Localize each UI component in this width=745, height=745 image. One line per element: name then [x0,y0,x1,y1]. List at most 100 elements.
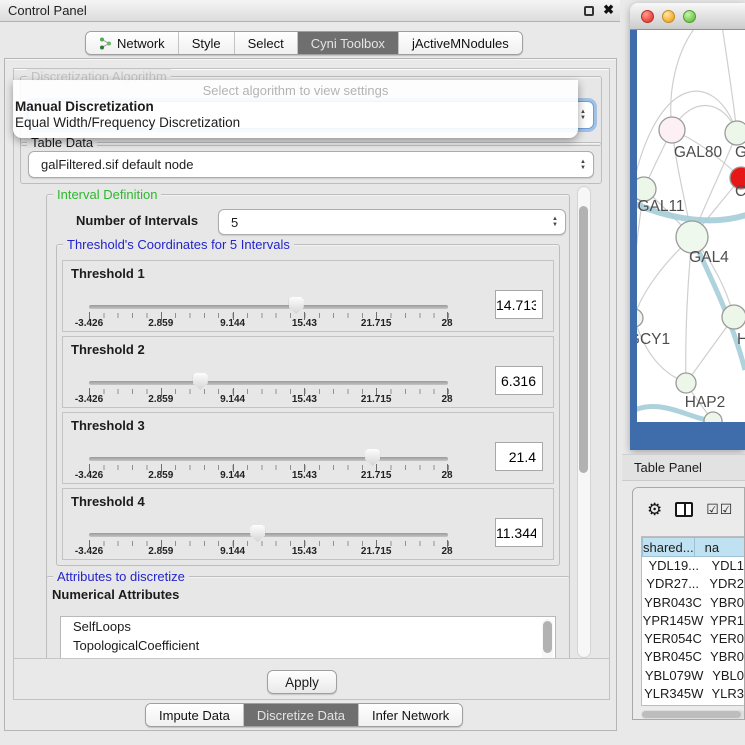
slider-track[interactable] [89,381,448,385]
algorithm-dropdown-popup: Select algorithm to view settings Manual… [13,80,578,138]
spinner-arrows-icon: ▲▼ [580,109,586,121]
list-scrollbar[interactable] [542,619,553,658]
slider-tick-labels: -3.426 2.859 9.144 15.43 21.715 28 [63,318,553,330]
close-traffic-light-icon[interactable] [641,10,654,23]
column-header[interactable]: shared... [642,537,695,557]
scrollbar-thumb[interactable] [579,206,588,473]
node-label: HAP2 [685,394,726,411]
threshold-value-field[interactable] [495,366,543,395]
checked-checkbox-icons[interactable]: ☑☑ [706,502,733,516]
node-top-right[interactable] [725,121,745,145]
table-row[interactable]: YER054CYER0 [642,630,744,648]
num-intervals-combobox[interactable]: 5 ▲▼ [218,209,566,235]
threshold-label: Threshold 3 [71,418,145,433]
threshold-panel-3: Threshold 3 -3.426 2.859 9.144 15.43 21.… [62,412,554,484]
table-row[interactable]: YPR145WYPR1 [642,612,744,630]
table-panel-window: ⚙ ☑☑ shared... na YDL19...YDL1 YDR27...Y… [632,487,745,720]
node-gcy1[interactable] [637,309,643,327]
group-title: Threshold's Coordinates for 5 Intervals [63,237,294,252]
node-label: GAL80 [674,144,723,161]
slider-tick-labels: -3.426 2.859 9.144 15.43 21.715 28 [63,394,553,406]
bottom-tab-bar: Impute Data Discretize Data Infer Networ… [145,703,463,727]
top-tab-bar: Network Style Select Cyni Toolbox jActiv… [85,31,523,55]
slider-thumb[interactable] [365,449,380,466]
tab-network[interactable]: Network [86,32,179,54]
threshold-label: Threshold 1 [71,266,145,281]
threshold-label: Threshold 4 [71,494,145,509]
network-graph: GAL80 GA C GAL11 GAL4 GCY1 H HAP2 [637,30,745,422]
num-intervals-label: Number of Intervals [76,213,198,228]
tab-label: Network [117,36,165,51]
table-row[interactable]: YBR043CYBR0 [642,594,744,612]
threshold-panel-2: Threshold 2 -3.426 2.859 9.144 15.43 21.… [62,336,554,408]
node-table[interactable]: shared... na YDL19...YDL1 YDR27...YDR2 Y… [641,536,745,706]
tab-label: Impute Data [159,708,230,723]
apply-button[interactable]: Apply [267,670,337,694]
spinner-arrows-icon: ▲▼ [552,216,558,228]
threshold-value-field[interactable] [495,290,543,319]
slider-tick-labels: -3.426 2.859 9.144 15.43 21.715 28 [63,546,553,558]
table-row[interactable]: YBL079WYBL0 [642,667,744,685]
tab-select[interactable]: Select [235,32,298,54]
table-row[interactable]: YBR045CYBR0 [642,648,744,666]
threshold-value-field[interactable] [495,442,543,471]
tab-infer-network[interactable]: Infer Network [359,704,462,726]
node-label: GA [735,144,745,161]
network-canvas[interactable]: GAL80 GA C GAL11 GAL4 GCY1 H HAP2 [637,30,745,422]
slider-track[interactable] [89,457,448,461]
slider-track[interactable] [89,533,448,537]
gear-icon[interactable]: ⚙ [647,501,662,518]
scrollbar-thumb[interactable] [642,711,741,718]
network-window-titlebar[interactable] [630,3,745,30]
zoom-traffic-light-icon[interactable] [683,10,696,23]
close-icon[interactable]: ✖ [603,2,614,18]
minimize-traffic-light-icon[interactable] [662,10,675,23]
node-h[interactable] [722,305,745,329]
threshold-panel-1: Threshold 1 -3.426 2.859 9.144 15.43 21.… [62,260,554,332]
numerical-attributes-label: Numerical Attributes [52,587,179,602]
dropdown-prompt-item[interactable]: Select algorithm to view settings [13,80,578,98]
node-label: GAL11 [637,198,684,215]
slider-track[interactable] [89,305,448,309]
float-window-icon[interactable] [584,6,594,16]
table-row[interactable]: YIL052CYIL0 [642,703,744,706]
tab-label: Infer Network [372,708,449,723]
table-row[interactable]: YLR345WYLR3 [642,685,744,703]
node-label: GCY1 [637,331,670,348]
table-data-combobox[interactable]: galFiltered.sif default node ▲▼ [28,151,594,178]
split-columns-icon[interactable] [675,502,693,517]
network-icon [99,37,112,50]
network-window-frame: GAL80 GA C GAL11 GAL4 GCY1 H HAP2 [630,30,745,450]
threshold-panel-4: Threshold 4 -3.426 2.859 9.144 15.43 21.… [62,488,554,560]
dropdown-option-equal-width[interactable]: Equal Width/Frequency Discretization [13,114,578,130]
table-row[interactable]: YDL19...YDL1 [642,557,744,575]
node-gal80[interactable] [659,117,685,143]
spinner-arrows-icon: ▲▼ [580,159,586,171]
tab-jactivemnodules[interactable]: jActiveMNodules [399,32,522,54]
slider-thumb[interactable] [289,297,304,314]
list-item[interactable]: TopologicalCoefficient [61,636,555,655]
table-row[interactable]: YDR27...YDR2 [642,575,744,593]
node-label: C [735,183,745,200]
node-hap2[interactable] [676,373,696,393]
tab-label: Discretize Data [257,708,345,723]
attributes-list[interactable]: SelfLoops TopologicalCoefficient Between… [60,616,556,658]
network-view-window: GAL80 GA C GAL11 GAL4 GCY1 H HAP2 [630,3,745,450]
list-item[interactable]: SelfLoops [61,617,555,636]
slider-thumb[interactable] [193,373,208,390]
tab-label: Style [192,36,221,51]
table-horizontal-scrollbar[interactable] [641,710,745,719]
tab-cyni-toolbox[interactable]: Cyni Toolbox [298,32,399,54]
settings-scrollbar[interactable] [577,186,591,658]
tab-impute-data[interactable]: Impute Data [146,704,244,726]
tab-style[interactable]: Style [179,32,235,54]
slider-thumb[interactable] [250,525,265,542]
tab-discretize-data[interactable]: Discretize Data [244,704,359,726]
threshold-value-field[interactable] [495,518,543,547]
column-header[interactable]: na [695,537,745,557]
table-panel-toolbar: ⚙ ☑☑ [633,488,744,530]
dropdown-option-manual[interactable]: Manual Discretization [13,98,578,114]
tab-label: Select [248,36,284,51]
threshold-label: Threshold 2 [71,342,145,357]
tab-label: Cyni Toolbox [311,36,385,51]
